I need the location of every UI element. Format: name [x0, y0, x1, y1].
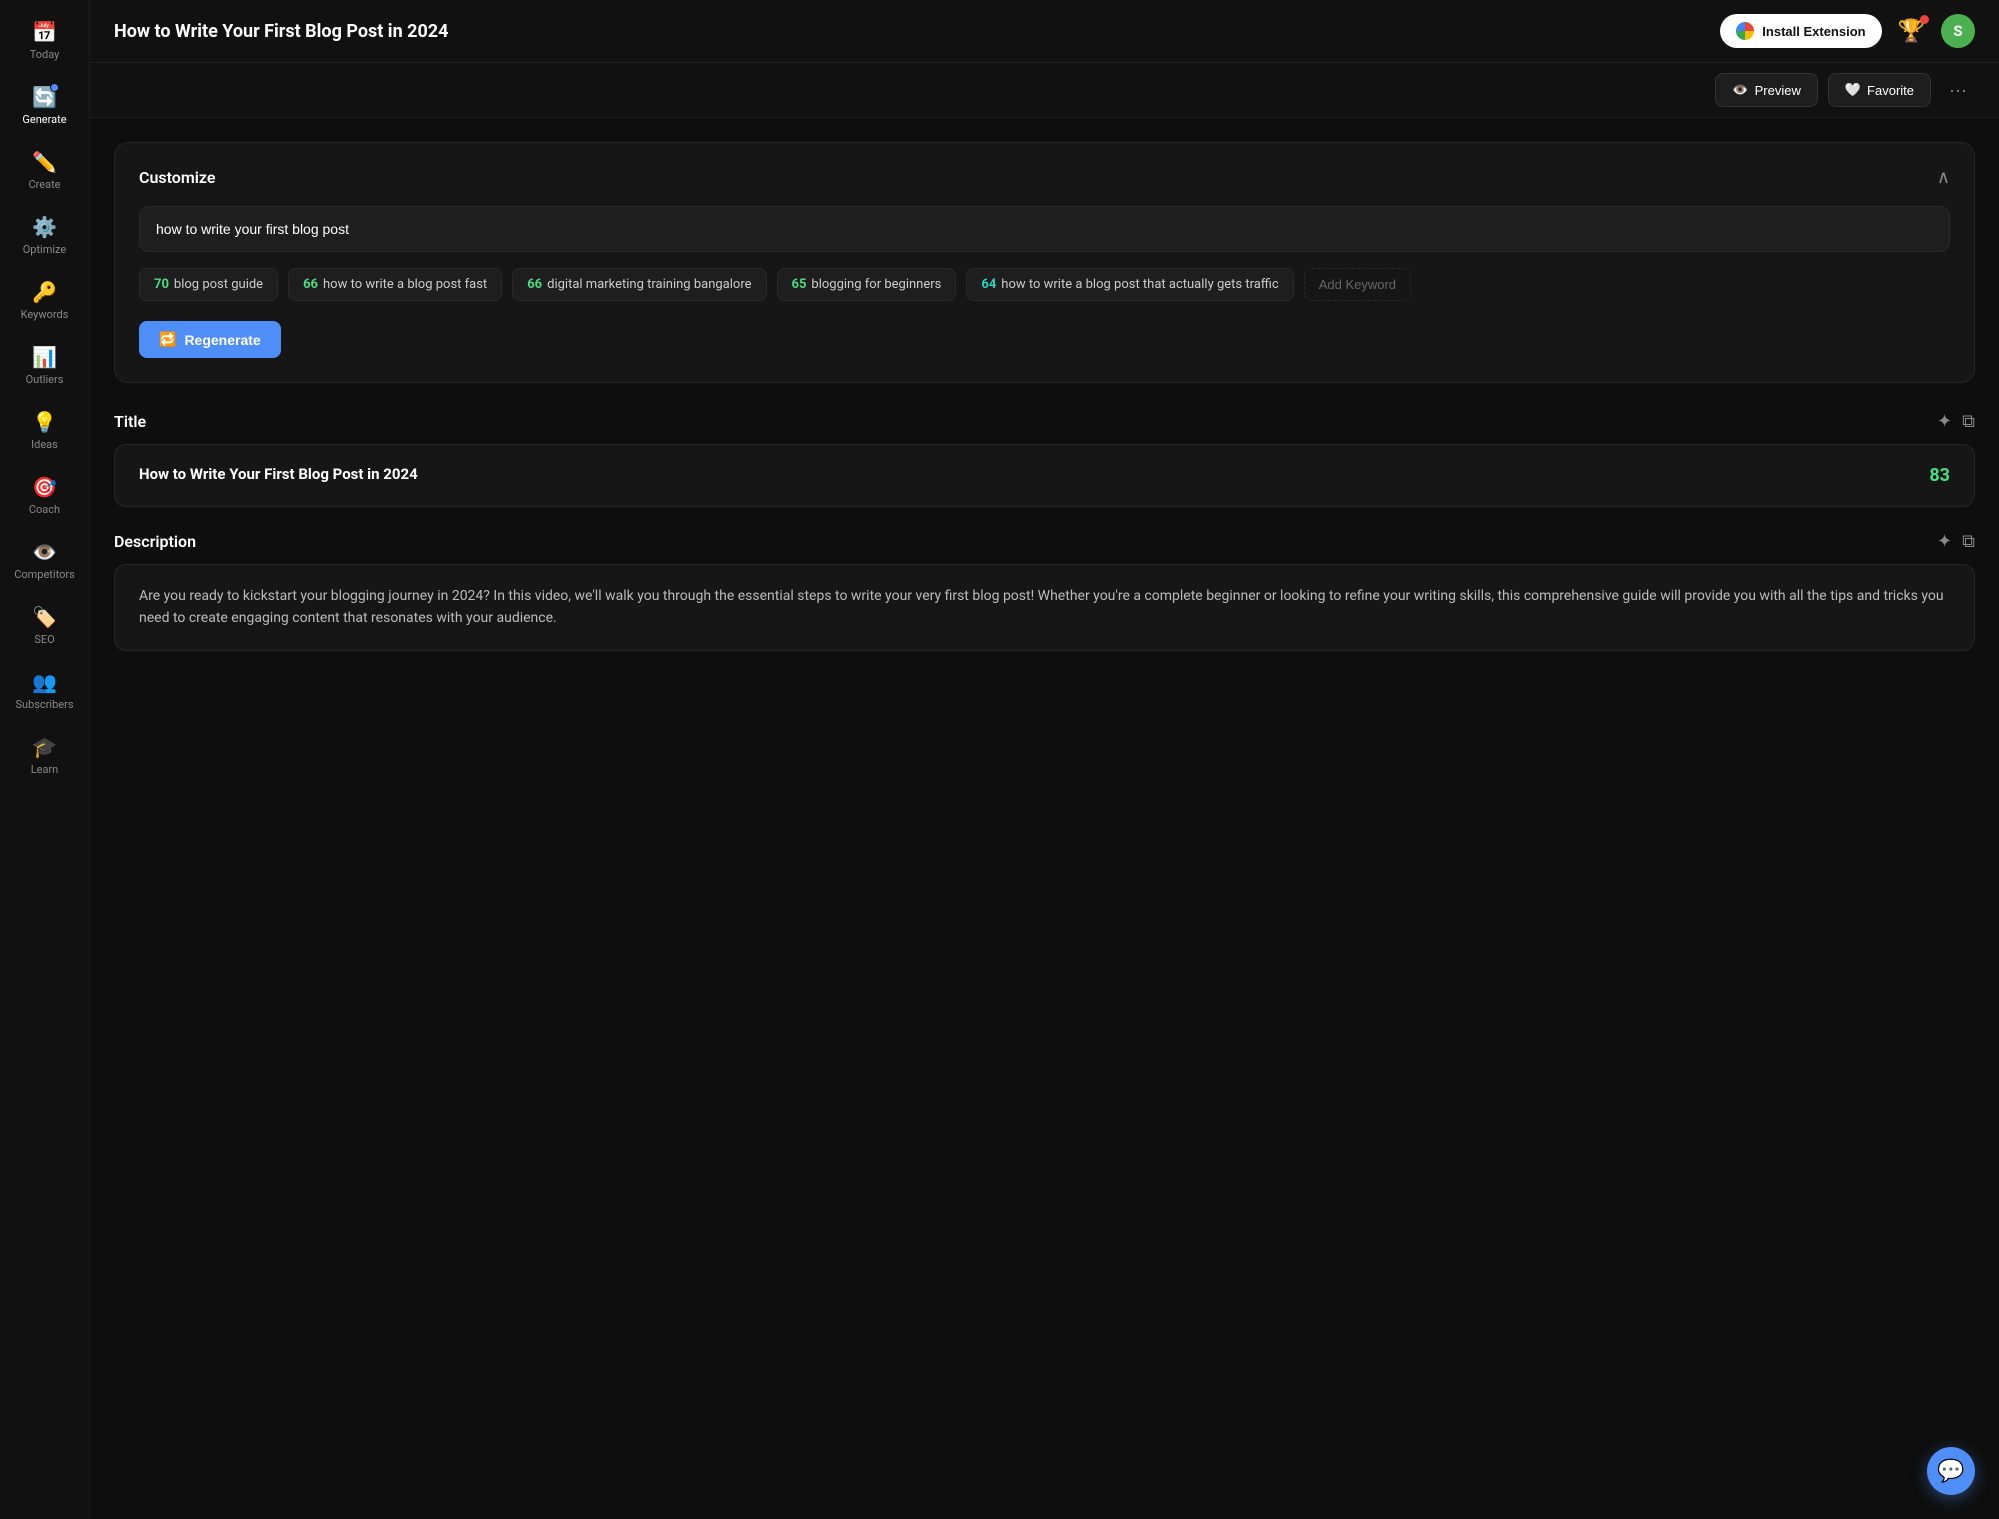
copy-icon-title[interactable]: ⧉: [1962, 411, 1975, 432]
keyword-score-2: 66: [527, 277, 542, 292]
sidebar-label-keywords: Keywords: [21, 308, 69, 321]
eye-icon: 👁️: [1732, 82, 1748, 98]
learn-icon: 🎓: [32, 735, 57, 759]
description-section: Description ✦ ⧉ Are you ready to kicksta…: [114, 531, 1975, 651]
keyword-text-3: blogging for beginners: [811, 277, 941, 292]
description-card: Are you ready to kickstart your blogging…: [114, 564, 1975, 651]
keyword-text-2: digital marketing training bangalore: [547, 277, 751, 292]
sidebar-item-competitors[interactable]: 👁️ Competitors: [5, 530, 85, 591]
keyword-score-4: 64: [981, 277, 996, 292]
trophy-icon: 🏆: [1898, 19, 1925, 44]
sidebar-item-keywords[interactable]: 🔑 Keywords: [5, 270, 85, 331]
description-section-header: Description ✦ ⧉: [114, 531, 1975, 552]
chrome-icon: [1736, 22, 1754, 40]
sidebar-item-learn[interactable]: 🎓 Learn: [5, 725, 85, 786]
favorite-button[interactable]: 🤍 Favorite: [1828, 73, 1931, 107]
keyword-text-0: blog post guide: [174, 277, 263, 292]
keyword-tag-1[interactable]: 66 how to write a blog post fast: [288, 268, 502, 301]
title-section: Title ✦ ⧉ How to Write Your First Blog P…: [114, 411, 1975, 507]
sparkle-icon-title[interactable]: ✦: [1937, 411, 1952, 432]
chat-fab-button[interactable]: 💬: [1927, 1447, 1975, 1495]
sidebar-item-create[interactable]: ✏️ Create: [5, 140, 85, 201]
sidebar-item-today[interactable]: 📅 Today: [5, 10, 85, 71]
action-bar: 👁️ Preview 🤍 Favorite ···: [90, 63, 1999, 118]
trophy-badge: [1920, 15, 1929, 24]
sidebar-label-today: Today: [30, 48, 60, 61]
sidebar-item-optimize[interactable]: ⚙️ Optimize: [5, 205, 85, 266]
title-section-label: Title: [114, 412, 146, 431]
sidebar-label-create: Create: [28, 178, 60, 191]
heart-icon: 🤍: [1845, 82, 1861, 98]
sidebar: 📅 Today 🔄 Generate ✏️ Create ⚙️ Optimize…: [0, 0, 90, 1519]
title-score: 83: [1929, 465, 1950, 486]
keyword-score-0: 70: [154, 277, 169, 292]
keyword-score-3: 65: [792, 277, 807, 292]
chat-icon: 💬: [1937, 1459, 1964, 1484]
seo-icon: 🏷️: [32, 605, 57, 629]
collapse-button[interactable]: ∧: [1937, 167, 1950, 188]
keyword-tag-2[interactable]: 66 digital marketing training bangalore: [512, 268, 766, 301]
keyword-text-1: how to write a blog post fast: [323, 277, 487, 292]
sidebar-item-seo[interactable]: 🏷️ SEO: [5, 595, 85, 656]
copy-icon-desc[interactable]: ⧉: [1962, 531, 1975, 552]
regenerate-icon: 🔁: [159, 331, 176, 348]
keyword-tags: 70 blog post guide 66 how to write a blo…: [139, 268, 1950, 301]
ideas-icon: 💡: [32, 410, 57, 434]
optimize-icon: ⚙️: [32, 215, 57, 239]
add-keyword-button[interactable]: Add Keyword: [1304, 268, 1411, 301]
sidebar-label-seo: SEO: [34, 633, 54, 646]
create-icon: ✏️: [32, 150, 57, 174]
today-icon: 📅: [32, 20, 57, 44]
sidebar-label-coach: Coach: [29, 503, 60, 516]
sidebar-label-optimize: Optimize: [23, 243, 67, 256]
regenerate-button[interactable]: 🔁 Regenerate: [139, 321, 281, 358]
sidebar-label-outliers: Outliers: [26, 373, 64, 386]
description-text: Are you ready to kickstart your blogging…: [139, 585, 1950, 630]
description-section-actions: ✦ ⧉: [1937, 531, 1975, 552]
generate-icon: 🔄: [32, 85, 57, 109]
sparkle-icon-desc[interactable]: ✦: [1937, 531, 1952, 552]
sidebar-label-subscribers: Subscribers: [15, 698, 73, 711]
keyword-text-4: how to write a blog post that actually g…: [1001, 277, 1278, 292]
coach-icon: 🎯: [32, 475, 57, 499]
content-area: Customize ∧ 70 blog post guide 66 how to…: [90, 118, 1999, 1519]
search-input[interactable]: [139, 206, 1950, 252]
sidebar-item-subscribers[interactable]: 👥 Subscribers: [5, 660, 85, 721]
top-nav: Install Extension 🏆 S: [1720, 14, 1975, 48]
sidebar-label-competitors: Competitors: [14, 568, 75, 581]
customize-header: Customize ∧: [139, 167, 1950, 188]
title-card: How to Write Your First Blog Post in 202…: [114, 444, 1975, 507]
competitors-icon: 👁️: [32, 540, 57, 564]
sidebar-label-generate: Generate: [22, 113, 66, 126]
preview-button[interactable]: 👁️ Preview: [1715, 73, 1817, 107]
keyword-tag-3[interactable]: 65 blogging for beginners: [777, 268, 957, 301]
sidebar-item-generate[interactable]: 🔄 Generate: [5, 75, 85, 136]
title-section-header: Title ✦ ⧉: [114, 411, 1975, 432]
customize-title: Customize: [139, 168, 215, 187]
customize-section: Customize ∧ 70 blog post guide 66 how to…: [114, 142, 1975, 383]
page-title: How to Write Your First Blog Post in 202…: [114, 21, 448, 42]
avatar[interactable]: S: [1941, 14, 1975, 48]
keywords-icon: 🔑: [32, 280, 57, 304]
description-section-label: Description: [114, 532, 196, 551]
main-area: How to Write Your First Blog Post in 202…: [90, 0, 1999, 1519]
keyword-tag-4[interactable]: 64 how to write a blog post that actuall…: [966, 268, 1293, 301]
sidebar-item-outliers[interactable]: 📊 Outliers: [5, 335, 85, 396]
more-options-button[interactable]: ···: [1941, 76, 1975, 105]
sidebar-label-ideas: Ideas: [31, 438, 58, 451]
sidebar-item-ideas[interactable]: 💡 Ideas: [5, 400, 85, 461]
header: How to Write Your First Blog Post in 202…: [90, 0, 1999, 63]
title-section-actions: ✦ ⧉: [1937, 411, 1975, 432]
sidebar-label-learn: Learn: [31, 763, 59, 776]
keyword-score-1: 66: [303, 277, 318, 292]
keyword-tag-0[interactable]: 70 blog post guide: [139, 268, 278, 301]
subscribers-icon: 👥: [32, 670, 57, 694]
sidebar-item-coach[interactable]: 🎯 Coach: [5, 465, 85, 526]
title-card-text: How to Write Your First Blog Post in 202…: [139, 465, 1913, 483]
install-extension-button[interactable]: Install Extension: [1720, 14, 1881, 48]
outliers-icon: 📊: [32, 345, 57, 369]
